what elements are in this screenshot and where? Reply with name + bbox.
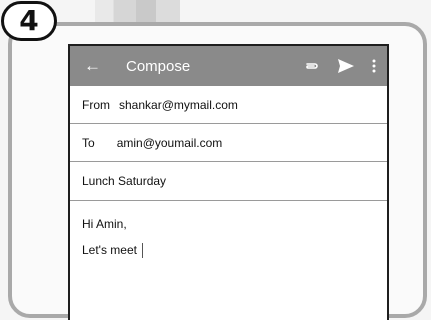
back-arrow-icon[interactable]: ←	[84, 56, 112, 76]
from-value: shankar@mymail.com	[119, 97, 238, 112]
app-bar-title: Compose	[126, 57, 191, 75]
compose-screen: ← Compose From shankar@mymail.com To ami…	[68, 44, 389, 320]
text-cursor	[141, 242, 143, 258]
more-vert-icon[interactable]	[367, 59, 381, 73]
subject-field[interactable]: Lunch Saturday	[70, 162, 387, 201]
body-line-greeting: Hi Amin,	[82, 211, 375, 237]
to-field[interactable]: To amin@youmail.com	[70, 124, 387, 162]
step-badge: 4	[1, 1, 57, 41]
from-label: From	[82, 97, 110, 112]
to-label: To	[82, 135, 95, 150]
step-number: 4	[19, 4, 39, 37]
app-bar: ← Compose	[70, 46, 387, 86]
send-icon[interactable]	[335, 58, 357, 74]
to-value: amin@youmail.com	[116, 135, 223, 150]
body-line-current: Let's meet	[82, 237, 375, 263]
paperclip-icon[interactable]	[301, 61, 323, 71]
message-body-field[interactable]: Hi Amin, Let's meet	[70, 201, 387, 273]
from-field[interactable]: From shankar@mymail.com	[70, 86, 387, 124]
body-greeting-text: Hi Amin,	[82, 217, 127, 231]
body-current-text: Let's meet	[82, 243, 137, 257]
subject-value: Lunch Saturday	[82, 174, 167, 188]
